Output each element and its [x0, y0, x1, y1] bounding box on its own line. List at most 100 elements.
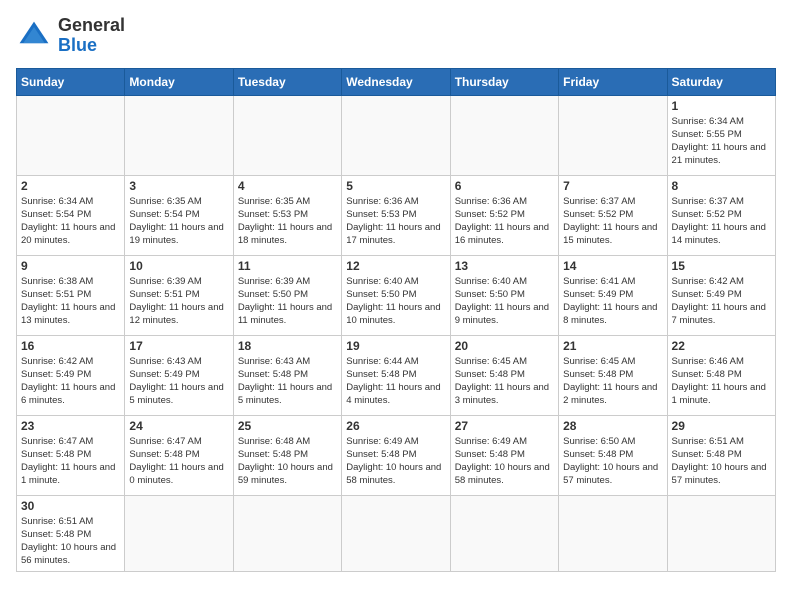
- calendar-cell: [125, 95, 233, 175]
- calendar-cell: 9 Sunrise: 6:38 AM Sunset: 5:51 PM Daylig…: [17, 255, 125, 335]
- calendar-cell: 11 Sunrise: 6:39 AM Sunset: 5:50 PM Dayli…: [233, 255, 341, 335]
- day-info: Sunrise: 6:46 AM Sunset: 5:48 PM Dayligh…: [672, 355, 771, 408]
- calendar: SundayMondayTuesdayWednesdayThursdayFrid…: [16, 68, 776, 572]
- calendar-cell: [342, 495, 450, 571]
- day-info: Sunrise: 6:35 AM Sunset: 5:53 PM Dayligh…: [238, 195, 337, 248]
- day-number: 12: [346, 259, 445, 273]
- calendar-cell: 13 Sunrise: 6:40 AM Sunset: 5:50 PM Dayli…: [450, 255, 558, 335]
- day-info: Sunrise: 6:35 AM Sunset: 5:54 PM Dayligh…: [129, 195, 228, 248]
- day-info: Sunrise: 6:50 AM Sunset: 5:48 PM Dayligh…: [563, 435, 662, 488]
- day-info: Sunrise: 6:40 AM Sunset: 5:50 PM Dayligh…: [346, 275, 445, 328]
- day-info: Sunrise: 6:36 AM Sunset: 5:52 PM Dayligh…: [455, 195, 554, 248]
- day-number: 7: [563, 179, 662, 193]
- day-number: 23: [21, 419, 120, 433]
- calendar-cell: 20 Sunrise: 6:45 AM Sunset: 5:48 PM Dayli…: [450, 335, 558, 415]
- day-number: 30: [21, 499, 120, 513]
- calendar-cell: 8Sunrise: 6:37 AM Sunset: 5:52 PM Daylig…: [667, 175, 775, 255]
- calendar-cell: 29 Sunrise: 6:51 AM Sunset: 5:48 PM Dayli…: [667, 415, 775, 495]
- logo-text: GeneralBlue: [58, 16, 125, 56]
- calendar-week-row: 16 Sunrise: 6:42 AM Sunset: 5:49 PM Dayli…: [17, 335, 776, 415]
- day-info: Sunrise: 6:49 AM Sunset: 5:48 PM Dayligh…: [346, 435, 445, 488]
- day-number: 29: [672, 419, 771, 433]
- calendar-cell: [450, 495, 558, 571]
- day-number: 28: [563, 419, 662, 433]
- day-number: 11: [238, 259, 337, 273]
- calendar-week-row: 2Sunrise: 6:34 AM Sunset: 5:54 PM Daylig…: [17, 175, 776, 255]
- calendar-cell: 26Sunrise: 6:49 AM Sunset: 5:48 PM Dayli…: [342, 415, 450, 495]
- calendar-header-row: SundayMondayTuesdayWednesdayThursdayFrid…: [17, 68, 776, 95]
- calendar-cell: 25 Sunrise: 6:48 AM Sunset: 5:48 PM Dayli…: [233, 415, 341, 495]
- day-number: 19: [346, 339, 445, 353]
- calendar-header-thursday: Thursday: [450, 68, 558, 95]
- calendar-cell: 7Sunrise: 6:37 AM Sunset: 5:52 PM Daylig…: [559, 175, 667, 255]
- day-number: 13: [455, 259, 554, 273]
- day-info: Sunrise: 6:47 AM Sunset: 5:48 PM Dayligh…: [21, 435, 120, 488]
- calendar-header-monday: Monday: [125, 68, 233, 95]
- calendar-cell: 6 Sunrise: 6:36 AM Sunset: 5:52 PM Daylig…: [450, 175, 558, 255]
- calendar-cell: 23 Sunrise: 6:47 AM Sunset: 5:48 PM Dayli…: [17, 415, 125, 495]
- day-number: 20: [455, 339, 554, 353]
- day-number: 14: [563, 259, 662, 273]
- calendar-cell: 14 Sunrise: 6:41 AM Sunset: 5:49 PM Dayli…: [559, 255, 667, 335]
- day-number: 4: [238, 179, 337, 193]
- day-number: 17: [129, 339, 228, 353]
- day-number: 1: [672, 99, 771, 113]
- day-info: Sunrise: 6:51 AM Sunset: 5:48 PM Dayligh…: [672, 435, 771, 488]
- day-info: Sunrise: 6:44 AM Sunset: 5:48 PM Dayligh…: [346, 355, 445, 408]
- calendar-cell: [559, 495, 667, 571]
- day-number: 25: [238, 419, 337, 433]
- day-info: Sunrise: 6:34 AM Sunset: 5:54 PM Dayligh…: [21, 195, 120, 248]
- calendar-cell: [342, 95, 450, 175]
- calendar-cell: 5 Sunrise: 6:36 AM Sunset: 5:53 PM Daylig…: [342, 175, 450, 255]
- day-info: Sunrise: 6:39 AM Sunset: 5:50 PM Dayligh…: [238, 275, 337, 328]
- calendar-cell: [667, 495, 775, 571]
- day-info: Sunrise: 6:45 AM Sunset: 5:48 PM Dayligh…: [455, 355, 554, 408]
- day-number: 3: [129, 179, 228, 193]
- calendar-cell: 19 Sunrise: 6:44 AM Sunset: 5:48 PM Dayli…: [342, 335, 450, 415]
- calendar-cell: 21Sunrise: 6:45 AM Sunset: 5:48 PM Dayli…: [559, 335, 667, 415]
- calendar-cell: [125, 495, 233, 571]
- calendar-header-tuesday: Tuesday: [233, 68, 341, 95]
- calendar-week-row: 9 Sunrise: 6:38 AM Sunset: 5:51 PM Daylig…: [17, 255, 776, 335]
- day-number: 16: [21, 339, 120, 353]
- day-number: 8: [672, 179, 771, 193]
- day-number: 24: [129, 419, 228, 433]
- day-info: Sunrise: 6:41 AM Sunset: 5:49 PM Dayligh…: [563, 275, 662, 328]
- calendar-cell: [559, 95, 667, 175]
- day-number: 10: [129, 259, 228, 273]
- day-number: 9: [21, 259, 120, 273]
- day-number: 27: [455, 419, 554, 433]
- calendar-header-sunday: Sunday: [17, 68, 125, 95]
- day-info: Sunrise: 6:51 AM Sunset: 5:48 PM Dayligh…: [21, 515, 120, 568]
- day-number: 18: [238, 339, 337, 353]
- calendar-cell: 17Sunrise: 6:43 AM Sunset: 5:49 PM Dayli…: [125, 335, 233, 415]
- calendar-cell: 3 Sunrise: 6:35 AM Sunset: 5:54 PM Daylig…: [125, 175, 233, 255]
- day-number: 6: [455, 179, 554, 193]
- day-info: Sunrise: 6:38 AM Sunset: 5:51 PM Dayligh…: [21, 275, 120, 328]
- day-info: Sunrise: 6:39 AM Sunset: 5:51 PM Dayligh…: [129, 275, 228, 328]
- calendar-cell: 27Sunrise: 6:49 AM Sunset: 5:48 PM Dayli…: [450, 415, 558, 495]
- day-info: Sunrise: 6:42 AM Sunset: 5:49 PM Dayligh…: [672, 275, 771, 328]
- day-info: Sunrise: 6:48 AM Sunset: 5:48 PM Dayligh…: [238, 435, 337, 488]
- day-number: 5: [346, 179, 445, 193]
- day-info: Sunrise: 6:45 AM Sunset: 5:48 PM Dayligh…: [563, 355, 662, 408]
- logo: GeneralBlue: [16, 16, 125, 56]
- day-info: Sunrise: 6:42 AM Sunset: 5:49 PM Dayligh…: [21, 355, 120, 408]
- day-info: Sunrise: 6:34 AM Sunset: 5:55 PM Dayligh…: [672, 115, 771, 168]
- calendar-week-row: 30 Sunrise: 6:51 AM Sunset: 5:48 PM Dayli…: [17, 495, 776, 571]
- calendar-cell: [233, 95, 341, 175]
- day-info: Sunrise: 6:47 AM Sunset: 5:48 PM Dayligh…: [129, 435, 228, 488]
- calendar-cell: 10 Sunrise: 6:39 AM Sunset: 5:51 PM Dayli…: [125, 255, 233, 335]
- calendar-cell: 2Sunrise: 6:34 AM Sunset: 5:54 PM Daylig…: [17, 175, 125, 255]
- day-info: Sunrise: 6:36 AM Sunset: 5:53 PM Dayligh…: [346, 195, 445, 248]
- day-info: Sunrise: 6:40 AM Sunset: 5:50 PM Dayligh…: [455, 275, 554, 328]
- page-header: GeneralBlue: [16, 16, 776, 56]
- calendar-header-wednesday: Wednesday: [342, 68, 450, 95]
- calendar-cell: [450, 95, 558, 175]
- calendar-week-row: 23 Sunrise: 6:47 AM Sunset: 5:48 PM Dayli…: [17, 415, 776, 495]
- calendar-cell: 30 Sunrise: 6:51 AM Sunset: 5:48 PM Dayli…: [17, 495, 125, 571]
- logo-icon: [16, 18, 52, 54]
- calendar-cell: 15Sunrise: 6:42 AM Sunset: 5:49 PM Dayli…: [667, 255, 775, 335]
- calendar-week-row: 1 Sunrise: 6:34 AM Sunset: 5:55 PM Daylig…: [17, 95, 776, 175]
- calendar-cell: 1 Sunrise: 6:34 AM Sunset: 5:55 PM Daylig…: [667, 95, 775, 175]
